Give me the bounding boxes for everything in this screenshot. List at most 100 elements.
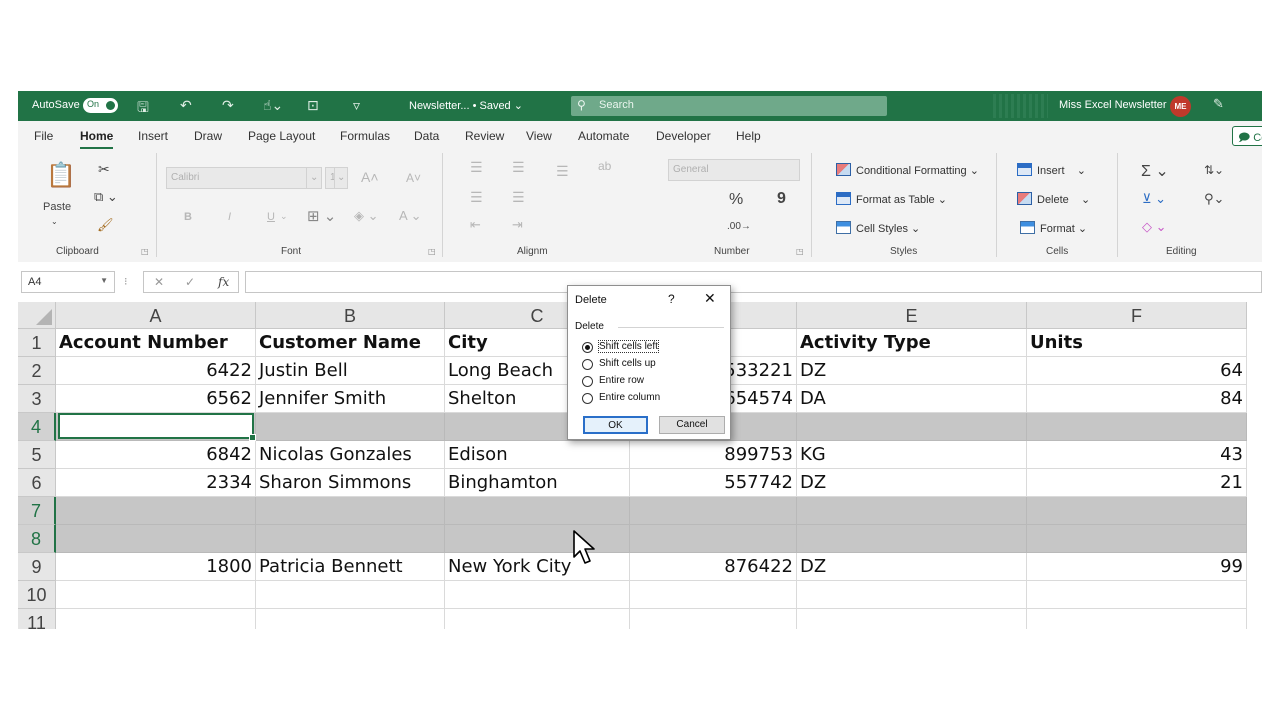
active-cell-indicator[interactable] [58, 413, 256, 441]
number-format-field[interactable]: General [668, 159, 800, 181]
clear-icon[interactable]: ◇ ⌄ [1142, 219, 1167, 235]
sort-filter-icon[interactable]: ⇅⌄ [1204, 163, 1224, 177]
touch-mode-icon[interactable]: ☝⌄ [263, 97, 283, 114]
tab-help[interactable]: Help [736, 129, 761, 143]
cell-d9[interactable]: 876422 [630, 553, 797, 581]
percent-button[interactable]: % [729, 191, 743, 209]
format-as-table-button[interactable]: Format as Table ⌄ [836, 192, 947, 206]
cell-a3[interactable]: 6562 [56, 385, 256, 413]
cell-styles-button[interactable]: Cell Styles ⌄ [836, 221, 920, 235]
cell-c6[interactable]: Binghamton [445, 469, 630, 497]
autosum-icon[interactable]: Σ ⌄ [1141, 161, 1169, 181]
cell-f9[interactable]: 99 [1027, 553, 1247, 581]
cell-d7[interactable] [630, 497, 797, 525]
comma-style-button[interactable]: 9 [777, 190, 786, 208]
row-header-2[interactable]: 2 [18, 357, 56, 385]
column-header-f[interactable]: F [1027, 302, 1247, 329]
cell-a8[interactable] [56, 525, 256, 553]
cell-b5[interactable]: Nicolas Gonzales [256, 441, 445, 469]
cell-f10[interactable] [1027, 581, 1247, 609]
select-all-button[interactable] [18, 302, 56, 329]
cell-b6[interactable]: Sharon Simmons [256, 469, 445, 497]
find-select-icon[interactable]: ⚲⌄ [1204, 191, 1224, 207]
fill-color-icon[interactable]: ◈ ⌄ [354, 208, 379, 224]
cell-e7[interactable] [797, 497, 1027, 525]
radio-button[interactable] [582, 376, 593, 387]
cell-c8[interactable] [445, 525, 630, 553]
account-name[interactable]: Miss Excel Newsletter [1059, 99, 1167, 111]
number-launcher-icon[interactable]: ◳ [796, 247, 804, 256]
name-box-dropdown-icon[interactable]: ▼ [100, 276, 108, 285]
tab-file[interactable]: File [34, 129, 53, 143]
tab-home[interactable]: Home [80, 129, 114, 149]
align-left-icon[interactable]: ☰ [470, 189, 483, 206]
customize-toolbar-icon[interactable]: ▿ [353, 97, 360, 114]
cell-e11[interactable] [797, 609, 1027, 629]
radio-button-selected[interactable] [582, 342, 593, 353]
tab-insert[interactable]: Insert [138, 129, 168, 143]
cell-d10[interactable] [630, 581, 797, 609]
font-name-dropdown-icon[interactable]: ⌄ [306, 167, 322, 189]
row-header-3[interactable]: 3 [18, 385, 56, 413]
row-header-9[interactable]: 9 [18, 553, 56, 581]
borders-icon[interactable]: ⊞ ⌄ [307, 207, 336, 225]
cell-c9[interactable]: New York City [445, 553, 630, 581]
increase-indent-icon[interactable]: ⇥ [512, 217, 523, 233]
cell-c5[interactable]: Edison [445, 441, 630, 469]
comments-button[interactable]: 🗩 Co [1232, 126, 1262, 146]
copy-icon[interactable]: ⧉ ⌄ [94, 189, 118, 205]
underline-dropdown-icon[interactable]: ⌄ [280, 211, 288, 222]
row-header-6[interactable]: 6 [18, 469, 56, 497]
tab-view[interactable]: View [526, 129, 552, 143]
ok-button[interactable]: OK [583, 416, 648, 434]
undo-icon[interactable]: ↶ [180, 97, 192, 114]
cell-f1[interactable]: Units [1027, 329, 1247, 357]
name-box[interactable]: A4 ▼ [21, 271, 115, 293]
row-header-5[interactable]: 5 [18, 441, 56, 469]
row-header-7[interactable]: 7 [18, 497, 56, 525]
cell-b11[interactable] [256, 609, 445, 629]
decrease-decimal-icon[interactable]: .00→ [727, 221, 751, 232]
cell-d11[interactable] [630, 609, 797, 629]
align-center-icon[interactable]: ☰ [512, 189, 525, 206]
cell-e5[interactable]: KG [797, 441, 1027, 469]
cell-b9[interactable]: Patricia Bennett [256, 553, 445, 581]
row-header-8[interactable]: 8 [18, 525, 56, 553]
decrease-indent-icon[interactable]: ⇤ [470, 217, 481, 233]
row-header-10[interactable]: 10 [18, 581, 56, 609]
cell-d8[interactable] [630, 525, 797, 553]
row-header-11[interactable]: 11 [18, 609, 56, 629]
cell-a6[interactable]: 2334 [56, 469, 256, 497]
font-name-field[interactable]: Calibri [166, 167, 308, 189]
radio-button[interactable] [582, 393, 593, 404]
save-icon[interactable]: 🖫 [137, 97, 149, 121]
row-header-4[interactable]: 4 [18, 413, 56, 441]
cell-a2[interactable]: 6422 [56, 357, 256, 385]
tab-page-layout[interactable]: Page Layout [248, 129, 315, 143]
cell-c7[interactable] [445, 497, 630, 525]
cell-a7[interactable] [56, 497, 256, 525]
insert-function-button[interactable]: fx [218, 275, 229, 289]
formula-input[interactable] [245, 271, 1262, 293]
increase-font-icon[interactable]: A˄ [361, 169, 379, 185]
tab-developer[interactable]: Developer [656, 129, 711, 143]
pen-icon[interactable]: ✎ [1213, 96, 1224, 112]
italic-button[interactable]: I [228, 211, 231, 223]
tab-data[interactable]: Data [414, 129, 439, 143]
cell-a9[interactable]: 1800 [56, 553, 256, 581]
bottom-align-icon[interactable]: ☰ [556, 163, 569, 180]
radio-button[interactable] [582, 359, 593, 370]
tab-automate[interactable]: Automate [578, 129, 629, 143]
redo-icon[interactable]: ↷ [222, 97, 234, 114]
cell-a10[interactable] [56, 581, 256, 609]
cell-e8[interactable] [797, 525, 1027, 553]
cell-f5[interactable]: 43 [1027, 441, 1247, 469]
paste-label[interactable]: Paste [43, 201, 71, 213]
paste-dropdown-icon[interactable]: ⌄ [51, 217, 58, 226]
cell-f3[interactable]: 84 [1027, 385, 1247, 413]
fill-icon[interactable]: ⊻ ⌄ [1142, 191, 1166, 207]
delete-cells-button[interactable]: Delete ⌄ [1017, 192, 1090, 206]
cell-f2[interactable]: 64 [1027, 357, 1247, 385]
confirm-entry-icon[interactable]: ✓ [185, 275, 195, 289]
cell-b7[interactable] [256, 497, 445, 525]
